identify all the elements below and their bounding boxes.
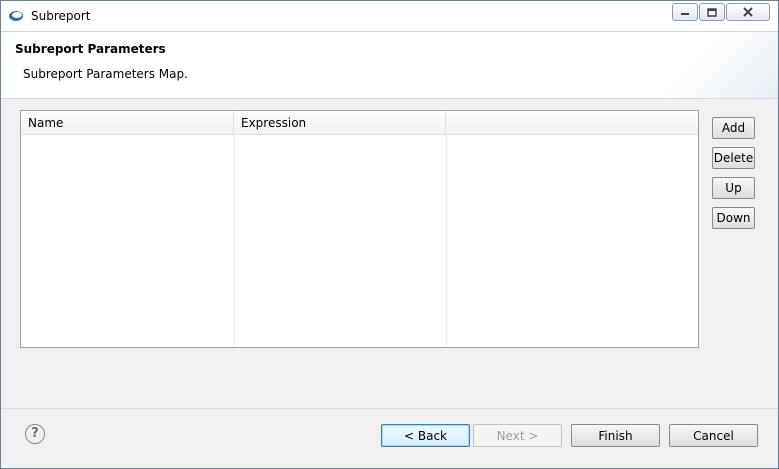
column-divider: [446, 134, 447, 347]
help-icon[interactable]: ?: [25, 424, 45, 444]
next-button[interactable]: Next >: [473, 424, 562, 447]
column-header-name[interactable]: Name: [21, 111, 234, 134]
title-bar: Subreport: [1, 1, 778, 32]
window-controls: [671, 3, 770, 21]
maximize-button[interactable]: [699, 3, 725, 21]
delete-button[interactable]: Delete: [712, 147, 755, 169]
down-button[interactable]: Down: [712, 207, 755, 229]
up-button[interactable]: Up: [712, 177, 755, 199]
footer-separator: [1, 408, 778, 409]
window-title: Subreport: [31, 9, 91, 23]
minimize-button[interactable]: [672, 3, 698, 21]
column-header-empty[interactable]: [446, 111, 698, 134]
close-button[interactable]: [726, 3, 770, 21]
minimize-icon: [681, 13, 689, 15]
close-icon: [743, 7, 753, 17]
parameters-table[interactable]: Name Expression: [20, 110, 699, 348]
add-button[interactable]: Add: [712, 117, 755, 139]
eclipse-icon: [9, 11, 23, 21]
subreport-dialog: Subreport Subreport Parameters Subreport…: [0, 0, 779, 469]
page-title: Subreport Parameters: [15, 42, 166, 56]
wizard-header: Subreport Parameters Subreport Parameter…: [1, 32, 778, 99]
page-description: Subreport Parameters Map.: [23, 67, 188, 81]
column-divider: [234, 134, 235, 347]
header-decoration: [638, 32, 778, 98]
maximize-icon: [707, 7, 717, 17]
finish-button[interactable]: Finish: [571, 424, 660, 447]
column-header-expression[interactable]: Expression: [234, 111, 446, 134]
back-button[interactable]: < Back: [381, 424, 470, 447]
cancel-button[interactable]: Cancel: [669, 424, 758, 447]
table-header: Name Expression: [21, 111, 698, 135]
